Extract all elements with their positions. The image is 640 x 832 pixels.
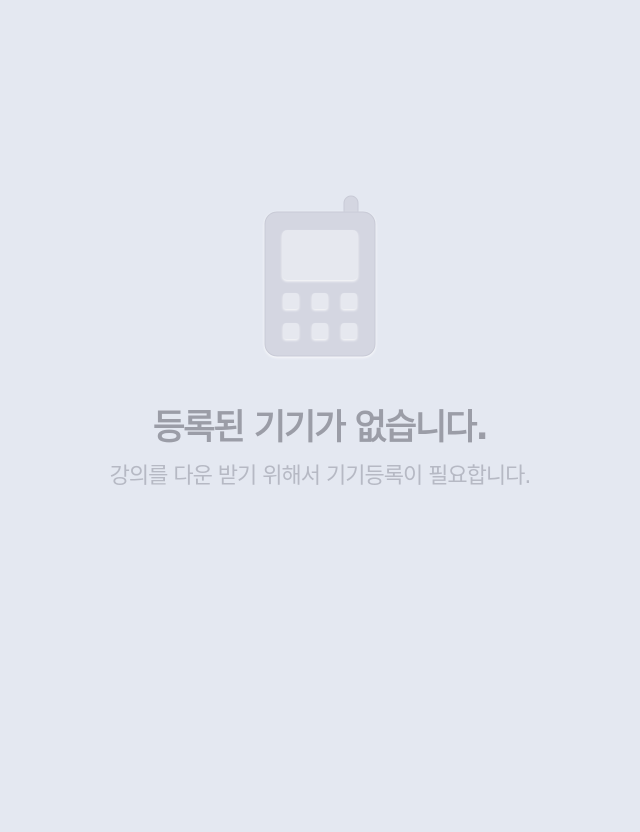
empty-state: 등록된 기기가 없습니다. 강의를 다운 받기 위해서 기기등록이 필요합니다. bbox=[0, 0, 640, 832]
empty-state-subtitle: 강의를 다운 받기 위해서 기기등록이 필요합니다. bbox=[109, 464, 532, 489]
mobile-phone-icon bbox=[264, 195, 376, 357]
empty-state-title: 등록된 기기가 없습니다. bbox=[153, 408, 489, 448]
